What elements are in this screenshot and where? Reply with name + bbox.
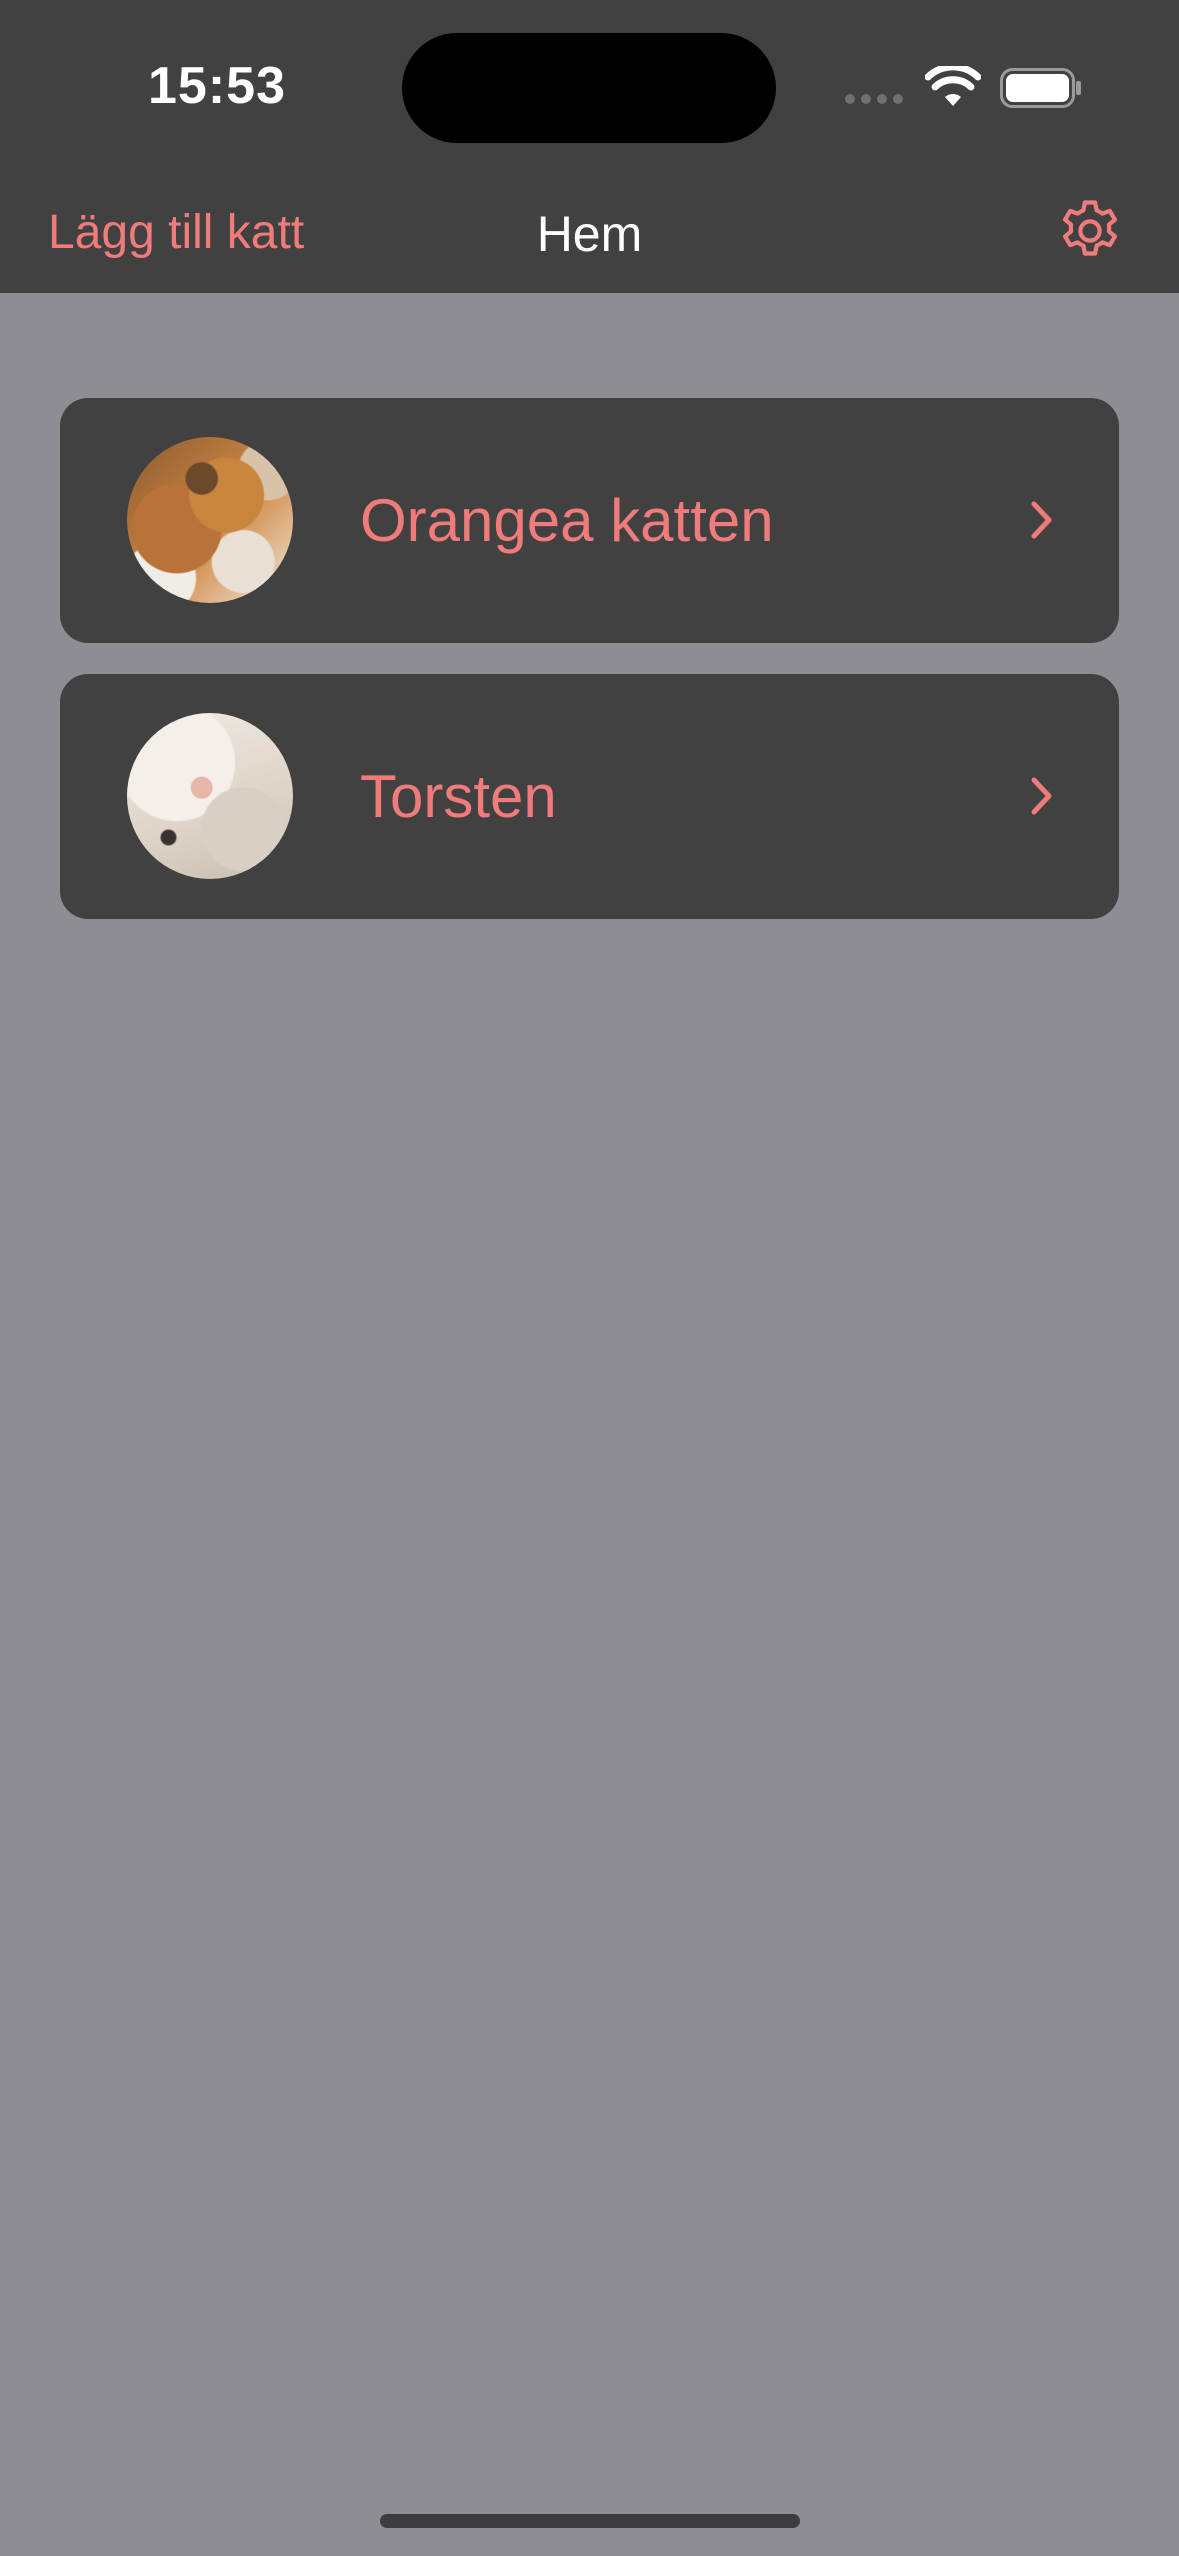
cat-avatar (127, 437, 293, 603)
cat-name: Torsten (360, 763, 557, 830)
cat-list: Orangea katten Torsten (60, 398, 1119, 950)
chevron-right-icon (1031, 501, 1052, 539)
cellular-signal-icon (845, 94, 903, 104)
cat-avatar (127, 713, 293, 879)
dynamic-island (402, 33, 776, 143)
cat-name: Orangea katten (360, 487, 774, 554)
navigation-bar: Lägg till katt Hem (0, 175, 1179, 293)
battery-icon (1000, 68, 1081, 108)
cat-row[interactable]: Torsten (60, 674, 1119, 919)
page-title: Hem (536, 206, 643, 262)
home-indicator[interactable] (380, 2514, 800, 2528)
cat-row[interactable]: Orangea katten (60, 398, 1119, 643)
wifi-icon (925, 66, 981, 106)
gear-icon[interactable] (1054, 195, 1126, 267)
chevron-right-icon (1031, 777, 1052, 815)
status-time: 15:53 (148, 57, 286, 115)
status-bar: 15:53 (0, 0, 1179, 175)
